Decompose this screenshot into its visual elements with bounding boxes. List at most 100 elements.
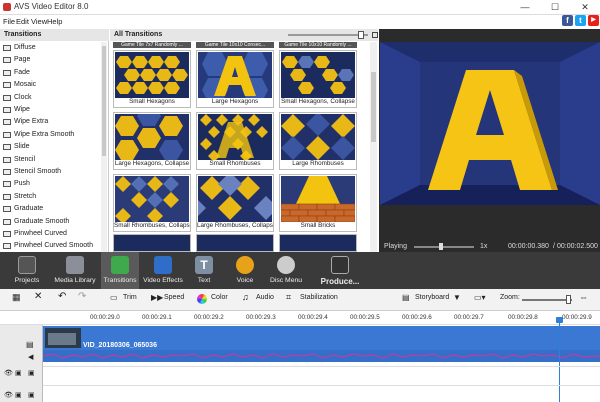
transition-item[interactable]: Pinwheel Curved <box>0 228 100 240</box>
transition-item[interactable]: Pinwheel Curved Smooth <box>0 240 100 252</box>
menu-view[interactable]: View <box>31 17 47 26</box>
transition-thumb[interactable]: Large Rhombuses, Collapse <box>196 174 274 232</box>
transition-item[interactable]: Push <box>0 178 100 190</box>
scrollbar-thumb[interactable] <box>102 46 106 156</box>
transition-icon <box>3 107 11 113</box>
gallery-scrollbar[interactable] <box>370 42 377 252</box>
transition-item[interactable]: Stencil Smooth <box>0 166 100 178</box>
track-options-icon[interactable]: ▣ <box>28 391 35 399</box>
transition-thumb[interactable]: Small Hexagons, Collapse <box>279 50 357 108</box>
zoom-slider-handle[interactable] <box>566 295 571 304</box>
playhead[interactable] <box>559 318 560 402</box>
lock-icon[interactable]: ▣ <box>15 369 22 377</box>
trim-button[interactable]: Trim <box>123 294 137 301</box>
voice-button[interactable]: Voice <box>228 252 262 289</box>
thumb-label: Large Rhombuses <box>292 160 344 167</box>
transitions-button[interactable]: Transitions <box>101 252 139 289</box>
transition-item[interactable]: Stretch <box>0 191 100 203</box>
playhead-handle[interactable] <box>556 317 563 323</box>
transition-thumb[interactable]: Small Rhombuses, Collapse <box>113 174 191 232</box>
visibility-icon[interactable]: 👁 <box>4 391 13 399</box>
transition-thumb-partial[interactable] <box>113 234 191 252</box>
thumb-label: Large Rhombuses, Collapse <box>197 222 273 229</box>
transition-item[interactable]: Graduate Smooth <box>0 216 100 228</box>
minimize-button[interactable]: — <box>510 0 540 15</box>
lock-icon[interactable]: ▣ <box>15 391 22 399</box>
transition-item[interactable]: Graduate <box>0 203 100 215</box>
audio-note-icon[interactable]: ♫ <box>242 292 249 302</box>
redo-icon[interactable]: ↷ <box>78 291 86 302</box>
transitions-header: Transitions <box>0 29 109 41</box>
speed-slider-handle[interactable] <box>439 243 443 250</box>
speed-icon[interactable]: ▶▶ <box>151 293 163 302</box>
delete-icon[interactable]: ✕ <box>34 291 42 302</box>
undo-icon[interactable]: ↶ <box>58 291 66 302</box>
produce-button[interactable]: Produce... <box>316 252 364 289</box>
track-options-icon[interactable]: ▣ <box>28 369 35 377</box>
transition-item[interactable]: Mosaic <box>0 79 100 91</box>
thumb-image <box>198 52 272 98</box>
preview-video[interactable] <box>380 42 600 205</box>
facebook-icon[interactable]: f <box>562 15 573 26</box>
color-wheel-icon[interactable] <box>197 294 207 304</box>
close-button[interactable]: ✕ <box>570 0 600 15</box>
transition-thumb[interactable]: Small Rhombuses <box>196 112 274 170</box>
stabilization-icon[interactable]: ⌗ <box>286 292 291 303</box>
zoom-fit-icon[interactable]: ⇔ <box>579 292 588 302</box>
transition-item[interactable]: Wipe Extra <box>0 116 100 128</box>
transition-thumb[interactable]: Large Rhombuses <box>279 112 357 170</box>
thumb-label: Small Hexagons <box>129 98 175 105</box>
stabilization-button[interactable]: Stabilization <box>300 294 338 301</box>
transition-thumb-partial[interactable] <box>196 234 274 252</box>
zoom-slider[interactable] <box>522 299 572 301</box>
color-button[interactable]: Color <box>211 294 228 301</box>
transition-thumb[interactable]: Small Hexagons <box>113 50 191 108</box>
text-button[interactable]: T Text <box>188 252 220 289</box>
filter-icon[interactable]: ▼ <box>453 293 461 302</box>
transition-item[interactable]: Wipe Extra Smooth <box>0 129 100 141</box>
projects-button[interactable]: Projects <box>6 252 48 289</box>
thumb-image <box>198 176 272 222</box>
transition-thumb[interactable]: Small Bricks <box>279 174 357 232</box>
transition-item[interactable]: Slide <box>0 141 100 153</box>
video-clip[interactable]: VID_20180306_065036 <box>43 326 600 362</box>
monitor-icon[interactable]: ▭▾ <box>474 293 486 302</box>
disc-menu-button[interactable]: Disc Menu <box>266 252 306 289</box>
transition-item[interactable]: Clock <box>0 92 100 104</box>
menu-file[interactable]: File <box>3 17 15 26</box>
thumb-label: Small Bricks <box>300 222 336 229</box>
transition-item[interactable]: Diffuse <box>0 42 100 54</box>
slider-handle[interactable] <box>358 31 364 39</box>
transition-thumb[interactable]: Large Hexagons, Collapse <box>113 112 191 170</box>
thumb-caption-top: Game Tile 10x10 Consec... <box>196 42 274 48</box>
visibility-icon[interactable]: 👁 <box>4 369 13 377</box>
video-effects-button[interactable]: Video Effects <box>141 252 185 289</box>
speed-slider[interactable] <box>414 246 474 248</box>
transitions-scrollbar[interactable] <box>101 42 107 252</box>
trim-icon[interactable]: ▭ <box>110 293 118 302</box>
transition-item[interactable]: Stencil <box>0 154 100 166</box>
ruler-tick: 00:00:29.9 <box>562 314 592 321</box>
view-toggle-icon[interactable] <box>372 32 378 38</box>
scrollbar-thumb[interactable] <box>371 72 376 142</box>
transition-item[interactable]: Page <box>0 54 100 66</box>
transition-item[interactable]: Fade <box>0 67 100 79</box>
maximize-button[interactable]: ☐ <box>540 0 570 15</box>
speed-button[interactable]: Speed <box>164 294 184 301</box>
menu-help[interactable]: Help <box>47 17 62 26</box>
storyboard-button[interactable]: Storyboard <box>415 294 449 301</box>
transition-thumb[interactable]: Large Hexagons <box>196 50 274 108</box>
transition-thumb-partial[interactable] <box>279 234 357 252</box>
twitter-icon[interactable]: t <box>575 15 586 26</box>
timeline-ruler[interactable]: 00:00:29.0 00:00:29.1 00:00:29.2 00:00:2… <box>0 311 600 325</box>
audio-button[interactable]: Audio <box>256 294 274 301</box>
menu-edit[interactable]: Edit <box>16 17 29 26</box>
thumb-caption-top: Game Tile 10x10 Randomly ... <box>279 42 357 48</box>
storyboard-icon[interactable]: ▤ <box>402 293 410 302</box>
media-library-button[interactable]: Media Library <box>52 252 98 289</box>
youtube-icon[interactable]: ▶ <box>588 15 599 26</box>
transition-item[interactable]: Wipe <box>0 104 100 116</box>
gallery-size-slider[interactable] <box>288 31 368 39</box>
timeline-view-icon[interactable]: ▦ <box>12 292 21 303</box>
transition-icon <box>3 144 11 151</box>
